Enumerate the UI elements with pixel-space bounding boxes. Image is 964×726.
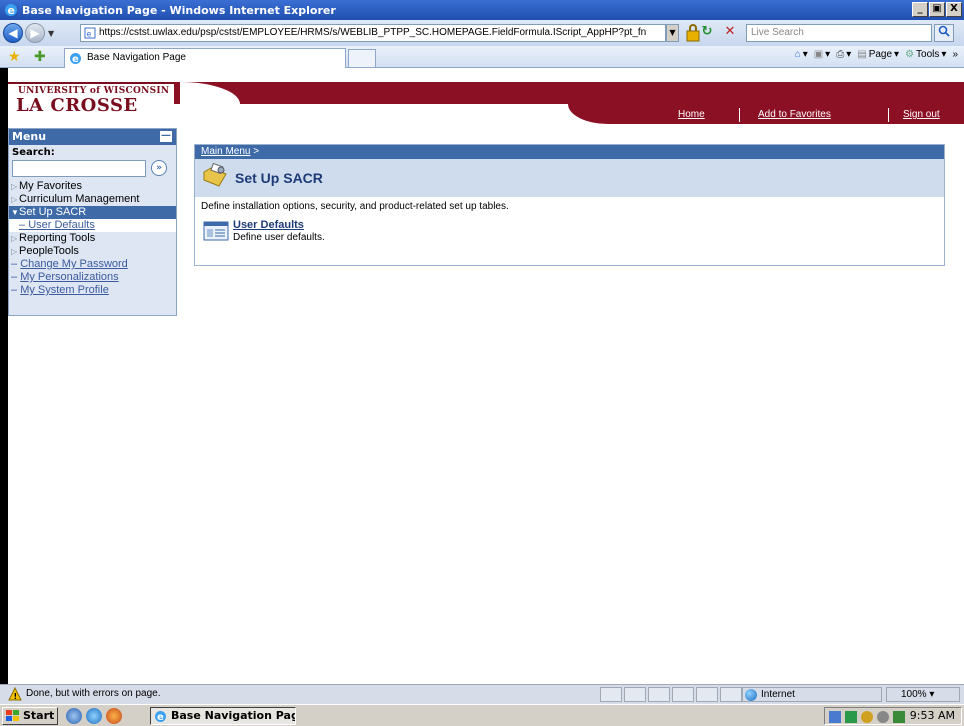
ie-task-icon: e xyxy=(155,711,166,723)
volume-icon[interactable] xyxy=(829,711,841,723)
university-logo: UNIVERSITY of WISCONSIN LA CROSSE xyxy=(8,68,174,120)
new-tab-button[interactable] xyxy=(348,49,376,68)
menu-item-curriculum-management[interactable]: ▷ Curriculum Management xyxy=(9,193,176,206)
svg-text:e: e xyxy=(8,4,15,17)
menu-item-reporting-tools[interactable]: ▷ Reporting Tools xyxy=(9,232,176,245)
antivirus-tray-icon[interactable] xyxy=(893,711,905,723)
ie-quicklaunch-icon[interactable] xyxy=(86,708,102,724)
user-defaults-description: Define user defaults. xyxy=(233,232,325,243)
stop-icon[interactable]: ✕ xyxy=(720,24,740,42)
network-icon[interactable] xyxy=(845,711,857,723)
refresh-icon[interactable]: ↻ xyxy=(697,24,717,42)
menu-item-user-defaults[interactable]: – User Defaults xyxy=(9,219,176,232)
tab-bar: ★ ✚ e Base Navigation Page ⌂ ▾ ▣ ▾ ⎙ ▾ ▤ Pag… xyxy=(0,46,964,68)
history-dropdown-icon[interactable]: ▼ xyxy=(48,29,58,38)
page-description: Define installation options, security, a… xyxy=(201,201,509,212)
header-band xyxy=(174,82,964,104)
address-input[interactable]: e https://cstst.uwlax.edu/psp/cstst/EMPL… xyxy=(80,24,666,42)
feeds-icon[interactable]: ▣ ▾ xyxy=(814,49,830,60)
page-icon: e xyxy=(84,27,96,39)
minimize-button[interactable]: _ xyxy=(912,2,928,17)
tab-label: Base Navigation Page xyxy=(87,52,186,63)
menu-item-my-system-profile[interactable]: – My System Profile xyxy=(9,284,176,297)
menu-item-my-favorites[interactable]: ▷ My Favorites xyxy=(9,180,176,193)
site-header: UNIVERSITY of WISCONSIN LA CROSSE Home A… xyxy=(8,68,964,124)
add-favorites-icon[interactable]: ✚ xyxy=(34,49,46,65)
quick-launch xyxy=(66,708,122,724)
window-frame xyxy=(0,68,8,684)
taskbar-item-browser[interactable]: e Base Navigation Page... xyxy=(150,707,296,725)
menu-item-my-personalizations[interactable]: – My Personalizations xyxy=(9,271,176,284)
menu-search-label: Search: xyxy=(12,147,55,158)
breadcrumb-main-menu[interactable]: Main Menu xyxy=(201,146,250,157)
zoom-level[interactable]: 100% ▾ xyxy=(886,687,960,702)
menu-search-input[interactable] xyxy=(12,160,146,177)
start-button[interactable]: Start xyxy=(2,707,58,725)
svg-text:e: e xyxy=(157,712,164,723)
collapse-menu-button[interactable]: — xyxy=(160,131,172,142)
forward-button[interactable]: ▶ xyxy=(25,23,45,43)
menu-search-go-button[interactable]: » xyxy=(151,160,167,176)
taskbar: Start e Base Navigation Page... 9:53 AM xyxy=(0,704,964,726)
address-toolbar: ◀ ▶ ▼ e https://cstst.uwlax.edu/psp/csts… xyxy=(0,20,964,46)
status-bar: ! Done, but with errors on page. Interne… xyxy=(0,684,964,704)
print-icon[interactable]: ⎙ ▾ xyxy=(836,49,851,60)
left-menu: Menu — Search: » ▷ My Favorites ▷ Curricul… xyxy=(8,128,177,316)
clock: 9:53 AM xyxy=(909,709,955,722)
menu-header: Menu — xyxy=(9,129,176,145)
menu-item-set-up-sacr[interactable]: ▼Set Up SACR xyxy=(9,206,176,219)
globe-icon xyxy=(745,689,757,701)
menu-item-peopletools[interactable]: ▷ PeopleTools xyxy=(9,245,176,258)
live-search-input[interactable]: Live Search xyxy=(746,24,932,42)
menu-title: Menu xyxy=(12,130,47,143)
firefox-icon[interactable] xyxy=(106,708,122,724)
add-to-favorites-link[interactable]: Add to Favorites xyxy=(758,109,831,120)
breadcrumb: Main Menu > xyxy=(195,145,944,159)
restore-button[interactable]: ▣ xyxy=(929,2,945,17)
warning-icon[interactable]: ! xyxy=(8,687,22,701)
status-panes xyxy=(600,687,744,702)
page-menu[interactable]: ▤ Page ▾ xyxy=(857,49,899,60)
svg-text:e: e xyxy=(72,54,79,65)
tab-base-navigation[interactable]: e Base Navigation Page xyxy=(64,48,346,68)
back-button[interactable]: ◀ xyxy=(3,23,23,43)
menu-item-change-password[interactable]: – Change My Password xyxy=(9,258,176,271)
address-dropdown-icon[interactable]: ▼ xyxy=(666,24,679,42)
status-text: Done, but with errors on page. xyxy=(26,688,161,699)
windows-flag-icon xyxy=(6,710,19,721)
chevron-more-icon[interactable]: » xyxy=(952,49,958,60)
security-zone[interactable]: Internet xyxy=(742,687,882,702)
security-tray-icon[interactable] xyxy=(861,711,873,723)
svg-text:!: ! xyxy=(14,692,18,701)
update-tray-icon[interactable] xyxy=(877,711,889,723)
home-icon[interactable]: ⌂ ▾ xyxy=(795,49,808,60)
home-link[interactable]: Home xyxy=(678,109,705,120)
tools-menu[interactable]: ⚙ Tools ▾ xyxy=(905,49,946,60)
desktop-icon[interactable] xyxy=(66,708,82,724)
close-button[interactable]: X xyxy=(946,2,962,17)
sign-out-link[interactable]: Sign out xyxy=(903,109,940,120)
page-title-box: Set Up SACR xyxy=(195,159,944,197)
page-title: Set Up SACR xyxy=(235,170,323,186)
address-url: https://cstst.uwlax.edu/psp/cstst/EMPLOY… xyxy=(99,27,647,38)
window-title-bar[interactable]: e Base Navigation Page - Windows Interne… xyxy=(0,0,964,20)
main-content-panel: Main Menu > Set Up SACR Define installat… xyxy=(194,144,945,266)
search-icon[interactable] xyxy=(934,24,954,42)
ie-logo-icon: e xyxy=(5,4,17,17)
svg-text:e: e xyxy=(87,30,92,39)
system-tray: 9:53 AM xyxy=(824,707,962,725)
window-title: Base Navigation Page - Windows Internet … xyxy=(22,3,336,17)
list-item: User Defaults Define user defaults. xyxy=(195,218,944,248)
component-page-icon xyxy=(203,221,229,241)
ie-page-icon: e xyxy=(70,53,81,65)
user-defaults-link[interactable]: User Defaults xyxy=(233,219,304,231)
folder-setup-icon xyxy=(203,162,227,187)
logo-main-text: LA CROSSE xyxy=(16,95,138,116)
favorites-star-icon[interactable]: ★ xyxy=(8,49,21,65)
web-page: UNIVERSITY of WISCONSIN LA CROSSE Home A… xyxy=(8,68,964,684)
